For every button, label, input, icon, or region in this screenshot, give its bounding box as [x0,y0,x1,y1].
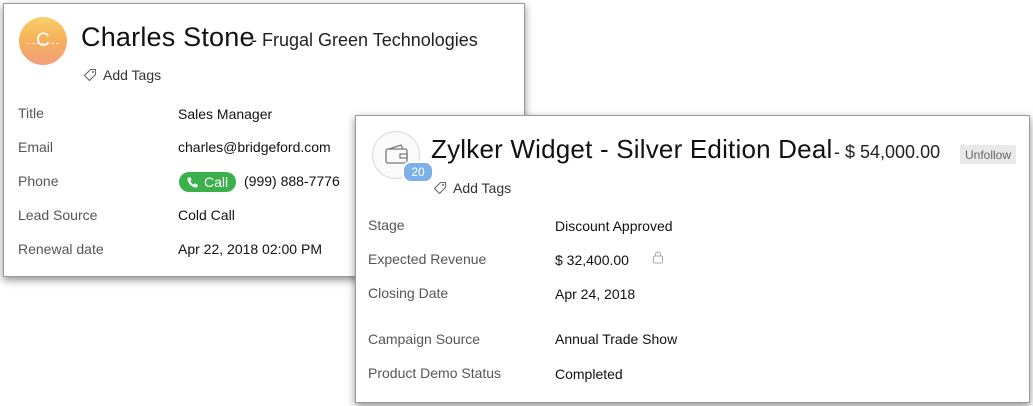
deal-title: Zylker Widget - Silver Edition Deal [431,134,833,164]
tag-icon [83,68,97,82]
field-value-product-demo-status: Completed [555,366,623,382]
add-tags-label: Add Tags [453,180,512,196]
field-label-lead-source: Lead Source [18,207,98,223]
tag-icon [433,181,447,195]
field-value-renewal-date: Apr 22, 2018 02:00 PM [178,241,322,257]
field-value-stage: Discount Approved [555,218,673,234]
deal-add-tags-button[interactable]: Add Tags [433,180,511,196]
contact-add-tags-button[interactable]: Add Tags [83,67,161,83]
field-label-campaign-source: Campaign Source [368,331,481,347]
deal-count-badge: 20 [402,161,434,183]
field-value-title: Sales Manager [178,106,273,122]
field-value-closing-date: Apr 24, 2018 [555,286,636,302]
contact-company: - Frugal Green Technologies [251,30,478,50]
lock-icon [653,251,663,264]
avatar-wave-decoration [27,43,59,50]
call-button[interactable]: Call [179,172,237,192]
field-label-stage: Stage [368,217,405,233]
field-label-phone: Phone [18,173,59,189]
field-label-product-demo-status: Product Demo Status [368,365,502,381]
phone-icon [187,176,198,188]
field-label-expected-revenue: Expected Revenue [368,251,487,267]
field-value-campaign-source: Annual Trade Show [555,331,678,347]
contact-name: Charles Stone [81,22,255,52]
field-value-phone[interactable]: (999) 888-7776 [244,173,340,189]
field-value-expected-revenue: $ 32,400.00 [555,252,629,268]
contact-avatar: C [19,17,67,65]
field-value-lead-source: Cold Call [178,207,235,223]
deal-card: 20 Zylker Widget - Silver Edition Deal -… [355,115,1030,403]
deal-amount: - $ 54,000.00 [834,142,941,162]
unfollow-button[interactable]: Unfollow [960,145,1017,164]
field-label-closing-date: Closing Date [368,285,449,301]
call-button-label: Call [204,174,229,190]
field-label-email: Email [18,139,54,155]
add-tags-label: Add Tags [103,67,162,83]
field-label-title: Title [18,105,44,121]
field-value-email[interactable]: charles@bridgeford.com [178,139,331,155]
field-label-renewal-date: Renewal date [18,241,104,257]
